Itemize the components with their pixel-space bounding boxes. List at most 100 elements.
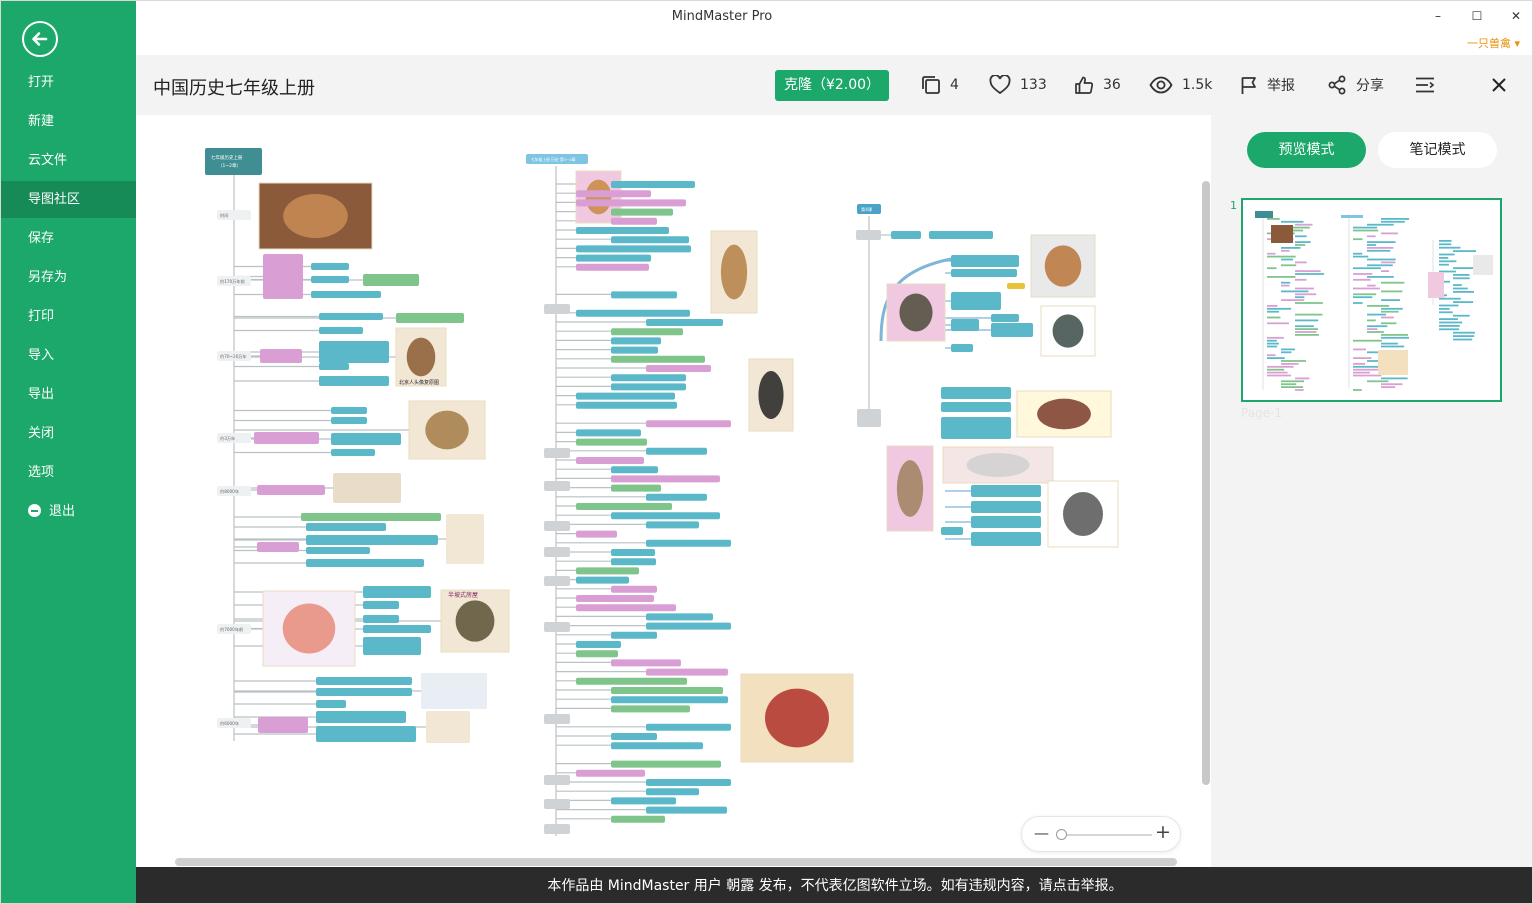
mindmap-node xyxy=(363,274,419,286)
pages-count[interactable]: 4 xyxy=(921,73,959,97)
mindmap-node xyxy=(257,485,325,495)
mindmap-node xyxy=(316,677,412,685)
clone-button[interactable]: 克隆（¥2.00） xyxy=(775,70,889,101)
thumbnail-node xyxy=(1267,368,1285,371)
sidebar-item-cloud-files[interactable]: 云文件 xyxy=(1,142,136,179)
mindmap-node xyxy=(396,313,464,323)
mindmap-node xyxy=(611,208,673,216)
mindmap-node xyxy=(311,263,349,270)
flag-icon xyxy=(1241,77,1256,94)
horizontal-scrollbar[interactable] xyxy=(175,858,1177,866)
thumbnail-node xyxy=(1381,336,1409,339)
thumbnail-node xyxy=(1353,238,1363,241)
user-menu[interactable]: 一只兽禽 ▾ xyxy=(1467,35,1520,51)
mindmap-node xyxy=(891,231,921,239)
maximize-button[interactable]: ☐ xyxy=(1465,6,1489,26)
vertical-scrollbar[interactable] xyxy=(1202,181,1210,785)
report-button[interactable]: 举报 xyxy=(1240,73,1295,97)
thumbnail-node xyxy=(1367,223,1394,226)
mindmap-node xyxy=(646,493,707,501)
thumbnail-node xyxy=(1295,244,1306,246)
pages-icon xyxy=(922,76,940,94)
thumbnail-node xyxy=(1281,264,1297,267)
photo-subject xyxy=(720,244,748,300)
note-mode-button[interactable]: 笔记模式 xyxy=(1378,132,1497,168)
mindmap-node xyxy=(971,485,1041,497)
zoom-slider-track[interactable] xyxy=(1062,834,1152,836)
zoom-slider-handle[interactable] xyxy=(1056,829,1067,840)
preview-mode-button[interactable]: 预览模式 xyxy=(1247,132,1366,168)
thumbnail-node xyxy=(1367,319,1376,322)
right-panel: 预览模式 笔记模式 1 Page-1 xyxy=(1211,115,1532,867)
mindmap-node xyxy=(331,407,367,414)
eye-icon xyxy=(1149,76,1173,94)
thumbnail-node xyxy=(1381,307,1403,310)
thumbnail-node xyxy=(1267,218,1280,220)
mindmap-node xyxy=(646,622,731,630)
thumbnail-node xyxy=(1367,380,1389,383)
menu-lines-icon xyxy=(1416,77,1435,93)
share-button[interactable]: 分享 xyxy=(1327,73,1384,97)
favorite-button[interactable]: 133 xyxy=(989,73,1047,97)
mindmap-node xyxy=(646,447,707,455)
mindmap-node xyxy=(611,733,657,740)
thumbnail-node xyxy=(1453,314,1470,317)
sidebar-item-export[interactable]: 导出 xyxy=(1,376,136,413)
thumbnail-node xyxy=(1353,348,1366,351)
time-node-text: 约6000年 xyxy=(220,720,239,727)
thumbnail-node xyxy=(1367,325,1388,328)
minimize-button[interactable]: – xyxy=(1426,6,1450,26)
outline-button[interactable] xyxy=(1415,73,1444,97)
mindmap-node xyxy=(611,797,676,805)
sidebar-item-save[interactable]: 保存 xyxy=(1,220,136,257)
sidebar-item-close[interactable]: 关闭 xyxy=(1,415,136,452)
thumbnail-node xyxy=(1353,287,1380,290)
mindmap-node xyxy=(331,417,367,424)
thumbnail-node xyxy=(1281,386,1304,388)
mindmap-node xyxy=(576,503,672,510)
report-label: 举报 xyxy=(1267,78,1295,94)
thumbnail-node xyxy=(1295,261,1307,264)
like-button[interactable]: 36 xyxy=(1074,73,1121,97)
mindmap-canvas[interactable]: 七年级历史上册 （1~2章） 时间 约170万年前 约70~20万年 约3万年 约8000年… xyxy=(136,115,1211,867)
close-preview-button[interactable] xyxy=(1491,73,1516,97)
thumbnail-node xyxy=(1353,302,1363,304)
thumbnail-node xyxy=(1381,386,1396,388)
mindmap-node xyxy=(646,668,728,676)
sidebar-item-open[interactable]: 打开 xyxy=(1,64,136,101)
mindmap-node xyxy=(611,558,656,566)
thumbnail-node xyxy=(1367,328,1378,330)
sidebar-item-new[interactable]: 新建 xyxy=(1,103,136,140)
thumbnail-node xyxy=(1353,363,1366,365)
sidebar-item-community[interactable]: 导图社区 xyxy=(1,181,136,218)
sidebar-item-exit[interactable]: 退出 xyxy=(1,493,136,530)
thumbnail-node xyxy=(1381,220,1405,223)
share-label: 分享 xyxy=(1356,78,1384,94)
mindmap-node xyxy=(611,291,677,299)
sidebar-item-options[interactable]: 选项 xyxy=(1,454,136,491)
mindmap-node xyxy=(576,769,645,777)
page-thumbnail[interactable] xyxy=(1241,198,1502,402)
zoom-out-button[interactable]: — xyxy=(1034,824,1049,842)
mindmap-node xyxy=(576,199,686,207)
thumbnail-node xyxy=(1381,299,1401,301)
chapter-node xyxy=(857,409,881,427)
thumbnail-node xyxy=(1367,331,1384,333)
thumbnail-node xyxy=(1381,345,1405,348)
chapter-node xyxy=(544,622,570,632)
thumbnail-node xyxy=(1439,253,1455,256)
sidebar-item-save-as[interactable]: 另存为 xyxy=(1,259,136,296)
back-button[interactable] xyxy=(22,21,58,57)
photo-subject xyxy=(966,453,1030,477)
zoom-in-button[interactable]: + xyxy=(1155,821,1171,843)
thumbnail-node xyxy=(1439,246,1461,249)
house-caption: 半坡式房屋 xyxy=(448,591,478,599)
sidebar-item-print[interactable]: 打印 xyxy=(1,298,136,335)
thumbnail-node xyxy=(1353,365,1383,368)
photo-subject xyxy=(406,337,436,377)
thumbnail-node xyxy=(1453,287,1468,290)
page-label: Page-1 xyxy=(1241,406,1283,420)
mindmap-node xyxy=(611,484,661,492)
window-close-button[interactable]: ✕ xyxy=(1504,6,1528,26)
sidebar-item-import[interactable]: 导入 xyxy=(1,337,136,374)
